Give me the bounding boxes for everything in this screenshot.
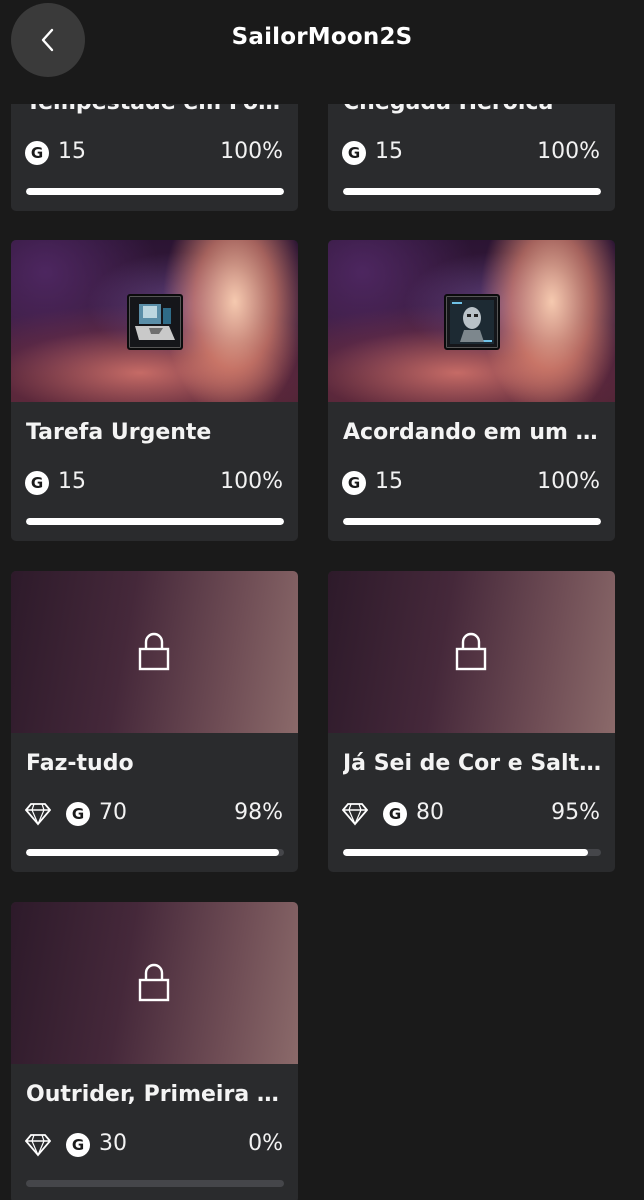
achievement-stats: G 15 100% bbox=[25, 469, 283, 499]
achievement-art bbox=[328, 240, 615, 402]
achievement-art-locked bbox=[11, 571, 298, 733]
gamerscore-value: 80 bbox=[416, 800, 444, 825]
achievement-card[interactable]: Acordando em um P… G 15 100% bbox=[328, 240, 615, 541]
achievements-page: Tempestade em For… G 15 100% Chegada Her… bbox=[0, 0, 644, 1200]
progress-fill bbox=[343, 849, 589, 856]
gamerscore-icon: G bbox=[383, 802, 407, 826]
unlock-percent: 98% bbox=[234, 800, 283, 825]
progress-fill bbox=[26, 849, 279, 856]
unlock-percent: 100% bbox=[220, 139, 283, 164]
gamerscore-value: 70 bbox=[99, 800, 127, 825]
unlock-percent: 95% bbox=[551, 800, 600, 825]
achievement-stats: G 80 95% bbox=[342, 800, 600, 830]
progress-fill bbox=[343, 518, 601, 525]
diamond-icon bbox=[25, 803, 51, 826]
achievement-card[interactable]: Faz-tudo G 70 98% bbox=[11, 571, 298, 872]
achievement-title: Faz-tudo bbox=[26, 751, 134, 776]
unlock-percent: 100% bbox=[537, 469, 600, 494]
progress-bar bbox=[343, 849, 601, 856]
progress-bar bbox=[343, 188, 601, 195]
progress-fill bbox=[26, 188, 284, 195]
lock-icon bbox=[138, 632, 170, 671]
achievement-title: Já Sei de Cor e Salte… bbox=[343, 751, 605, 776]
achievement-title: Acordando em um P… bbox=[343, 420, 605, 445]
achievement-card[interactable]: Tarefa Urgente G 15 100% bbox=[11, 240, 298, 541]
gamerscore-icon: G bbox=[342, 471, 366, 495]
progress-bar bbox=[26, 1180, 284, 1187]
unlock-percent: 100% bbox=[537, 139, 600, 164]
progress-bar bbox=[26, 518, 284, 525]
page-title: SailorMoon2S bbox=[231, 24, 413, 50]
achievement-art bbox=[11, 240, 298, 402]
achievement-card[interactable]: Já Sei de Cor e Salte… G 80 95% bbox=[328, 571, 615, 872]
gamerscore-icon: G bbox=[25, 141, 49, 165]
achievement-stats: G 70 98% bbox=[25, 800, 283, 830]
progress-bar bbox=[26, 188, 284, 195]
achievement-icon bbox=[444, 294, 500, 350]
achievement-title: Tarefa Urgente bbox=[26, 420, 212, 445]
app-header: SailorMoon2S bbox=[0, 0, 644, 104]
achievement-art-locked bbox=[328, 571, 615, 733]
achievement-card[interactable]: Outrider, Primeira Cl… G 30 0% bbox=[11, 902, 298, 1200]
unlock-percent: 100% bbox=[220, 469, 283, 494]
achievement-stats: G 15 100% bbox=[25, 139, 283, 169]
lock-icon bbox=[455, 632, 487, 671]
progress-bar bbox=[26, 849, 284, 856]
gamerscore-value: 15 bbox=[58, 139, 86, 164]
achievement-title: Outrider, Primeira Cl… bbox=[26, 1082, 288, 1107]
gamerscore-icon: G bbox=[66, 1133, 90, 1157]
progress-fill bbox=[343, 188, 601, 195]
diamond-icon bbox=[25, 1134, 51, 1157]
gamerscore-value: 15 bbox=[375, 469, 403, 494]
gamerscore-icon: G bbox=[25, 471, 49, 495]
achievement-stats: G 15 100% bbox=[342, 139, 600, 169]
gamerscore-icon: G bbox=[66, 802, 90, 826]
achievement-art-locked bbox=[11, 902, 298, 1064]
unlock-percent: 0% bbox=[248, 1131, 283, 1156]
gamerscore-icon: G bbox=[342, 141, 366, 165]
gamerscore-value: 15 bbox=[375, 139, 403, 164]
achievement-stats: G 30 0% bbox=[25, 1131, 283, 1161]
achievement-icon bbox=[127, 294, 183, 350]
diamond-icon bbox=[342, 803, 368, 826]
gamerscore-value: 15 bbox=[58, 469, 86, 494]
progress-fill bbox=[26, 518, 284, 525]
achievement-stats: G 15 100% bbox=[342, 469, 600, 499]
progress-bar bbox=[343, 518, 601, 525]
lock-icon bbox=[138, 963, 170, 1002]
gamerscore-value: 30 bbox=[99, 1131, 127, 1156]
